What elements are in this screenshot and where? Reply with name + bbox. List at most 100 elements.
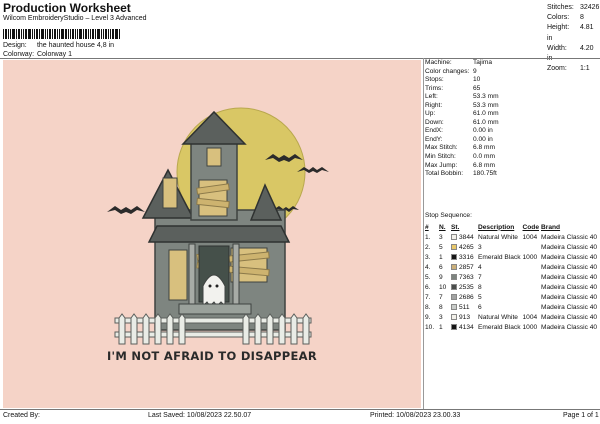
color-swatch [451,303,457,310]
info-row: Stops: 10 [425,76,499,85]
worksheet-title: Production Worksheet [3,1,131,15]
needle-number: 3 [439,313,443,321]
stat-row: Stitches: 32426 [547,4,600,11]
info-value: 61.0 mm [473,118,499,126]
needle-number: 6 [439,263,443,271]
stat-row: Zoom: 1:1 [547,65,590,73]
color-swatch [451,243,457,250]
info-row: Color changes: 9 [425,68,499,77]
table-header: # N. St. Description Code Brand [424,222,598,232]
info-row: Right: 53.3 mm [425,102,499,111]
thread-brand: Madeira Classic 40 [541,303,598,311]
design-slogan: I'M NOT AFRAID TO DISAPPEAR [107,349,317,363]
table-row: 1. 3 3844 Natural White 1004 Madeira Classic … [424,232,598,242]
left-window [162,177,178,209]
table-row: 10. 1 4134 Emerald Black 1000 Madeira Classic… [424,322,598,332]
stat-row: Colors: 8 [547,14,584,22]
stitch-count: 2686 [450,292,477,302]
table-row: 7. 7 2686 5 Madeira Classic 40 [424,292,598,302]
thread-code [522,302,540,312]
color-swatch [451,273,457,280]
thread-description: 7 [478,273,482,281]
color-swatch [451,293,457,300]
needle-number: 5 [439,243,443,251]
info-value: 10 [473,76,481,84]
thread-brand: Madeira Classic 40 [541,313,598,321]
mid-roof [147,225,291,243]
color-swatch [451,253,457,260]
stitch-count: 2535 [450,282,477,292]
color-swatch [451,263,457,270]
col-brand: Brand [541,223,561,231]
thread-description: Emerald Black [478,253,521,261]
stop-number: 2. [425,243,431,251]
color-swatch [451,233,457,240]
thread-brand: Madeira Classic 40 [541,253,598,261]
haunted-house-design: I'M NOT AFRAID TO DISAPPEAR [107,107,329,363]
design-name: the haunted house 4,8 in [36,42,115,49]
needle-number: 9 [439,273,443,281]
info-label: Color changes: [425,67,470,75]
info-label: Left: [425,93,438,101]
left-lower-window [168,249,188,301]
tower-window [206,147,222,167]
info-label: Machine: [425,59,452,66]
stitch-count: 3316 [450,252,477,262]
info-row: Down: 61.0 mm [425,119,499,128]
thread-code: 1000 [522,253,538,261]
thread-brand: Madeira Classic 40 [541,323,598,331]
needle-number: 1 [439,323,443,331]
stat-row: Height: 4.81 in [547,24,594,42]
color-swatch [451,283,457,290]
last-saved: Last Saved: 10/08/2023 22.50.07 [148,412,252,419]
info-row: EndY: 0.00 in [425,136,499,145]
stop-sequence-table: # N. St. Description Code Brand 1. 3 3844 N… [424,222,598,332]
info-value: 0.00 in [473,127,493,135]
thread-brand: Madeira Classic 40 [541,283,598,291]
colorway-label: Colorway: [3,51,35,58]
table-row: 4. 6 2857 4 Madeira Classic 40 [424,262,598,272]
needle-number: 8 [439,303,443,311]
thread-code [522,292,540,302]
created-by: Created By: [3,412,40,419]
thread-description: 8 [478,283,482,291]
stat-row: Width: 4.20 in [547,44,594,62]
col-n: N. [439,223,446,231]
software-name: Wilcom EmbroideryStudio – Level 3 Advanc… [3,15,147,22]
thread-code [522,242,540,252]
info-label: EndY: [425,135,443,143]
info-label: Up: [425,110,436,118]
info-value: 65 [473,84,481,92]
thread-code [522,282,540,292]
stop-sequence-title: Stop Sequence: [425,212,472,219]
info-value: 0.0 mm [473,153,495,161]
thread-brand: Madeira Classic 40 [541,263,598,271]
info-value: Tajima [473,59,493,66]
stop-number: 8. [425,303,431,311]
info-row: EndX: 0.00 in [425,127,499,136]
stop-number: 1. [425,233,431,241]
stop-number: 10. [425,323,435,331]
col-description: Description [478,223,515,231]
stitch-count: 4265 [450,242,477,252]
stitch-count: 4134 [450,322,477,332]
table-row: 2. 5 4265 3 Madeira Classic 40 [424,242,598,252]
info-value: 180.75ft [473,170,497,178]
info-label: Right: [425,101,443,109]
info-row: Min Stitch: 0.0 mm [425,153,499,162]
design-stats: Stitches: 32426 Colors: 8 Height: 4.81 i… [547,3,600,74]
table-row: 9. 3 913 Natural White 1004 Madeira Classic 4… [424,312,598,322]
ghost [202,274,226,308]
thread-description: 3 [478,243,482,251]
thread-description: Natural White [478,313,518,321]
table-row: 3. 1 3316 Emerald Black 1000 Madeira Classic … [424,252,598,262]
stitch-count: 913 [450,312,477,322]
info-label: Max Jump: [425,161,458,169]
color-swatch [451,313,457,320]
design-row: Design: the haunted house 4,8 in [3,42,114,49]
stop-number: 3. [425,253,431,261]
col-num: # [425,223,429,231]
colorway-row: Colorway: Colorway 1 [3,51,72,58]
info-value: 53.3 mm [473,101,499,109]
col-code: Code [522,223,539,231]
